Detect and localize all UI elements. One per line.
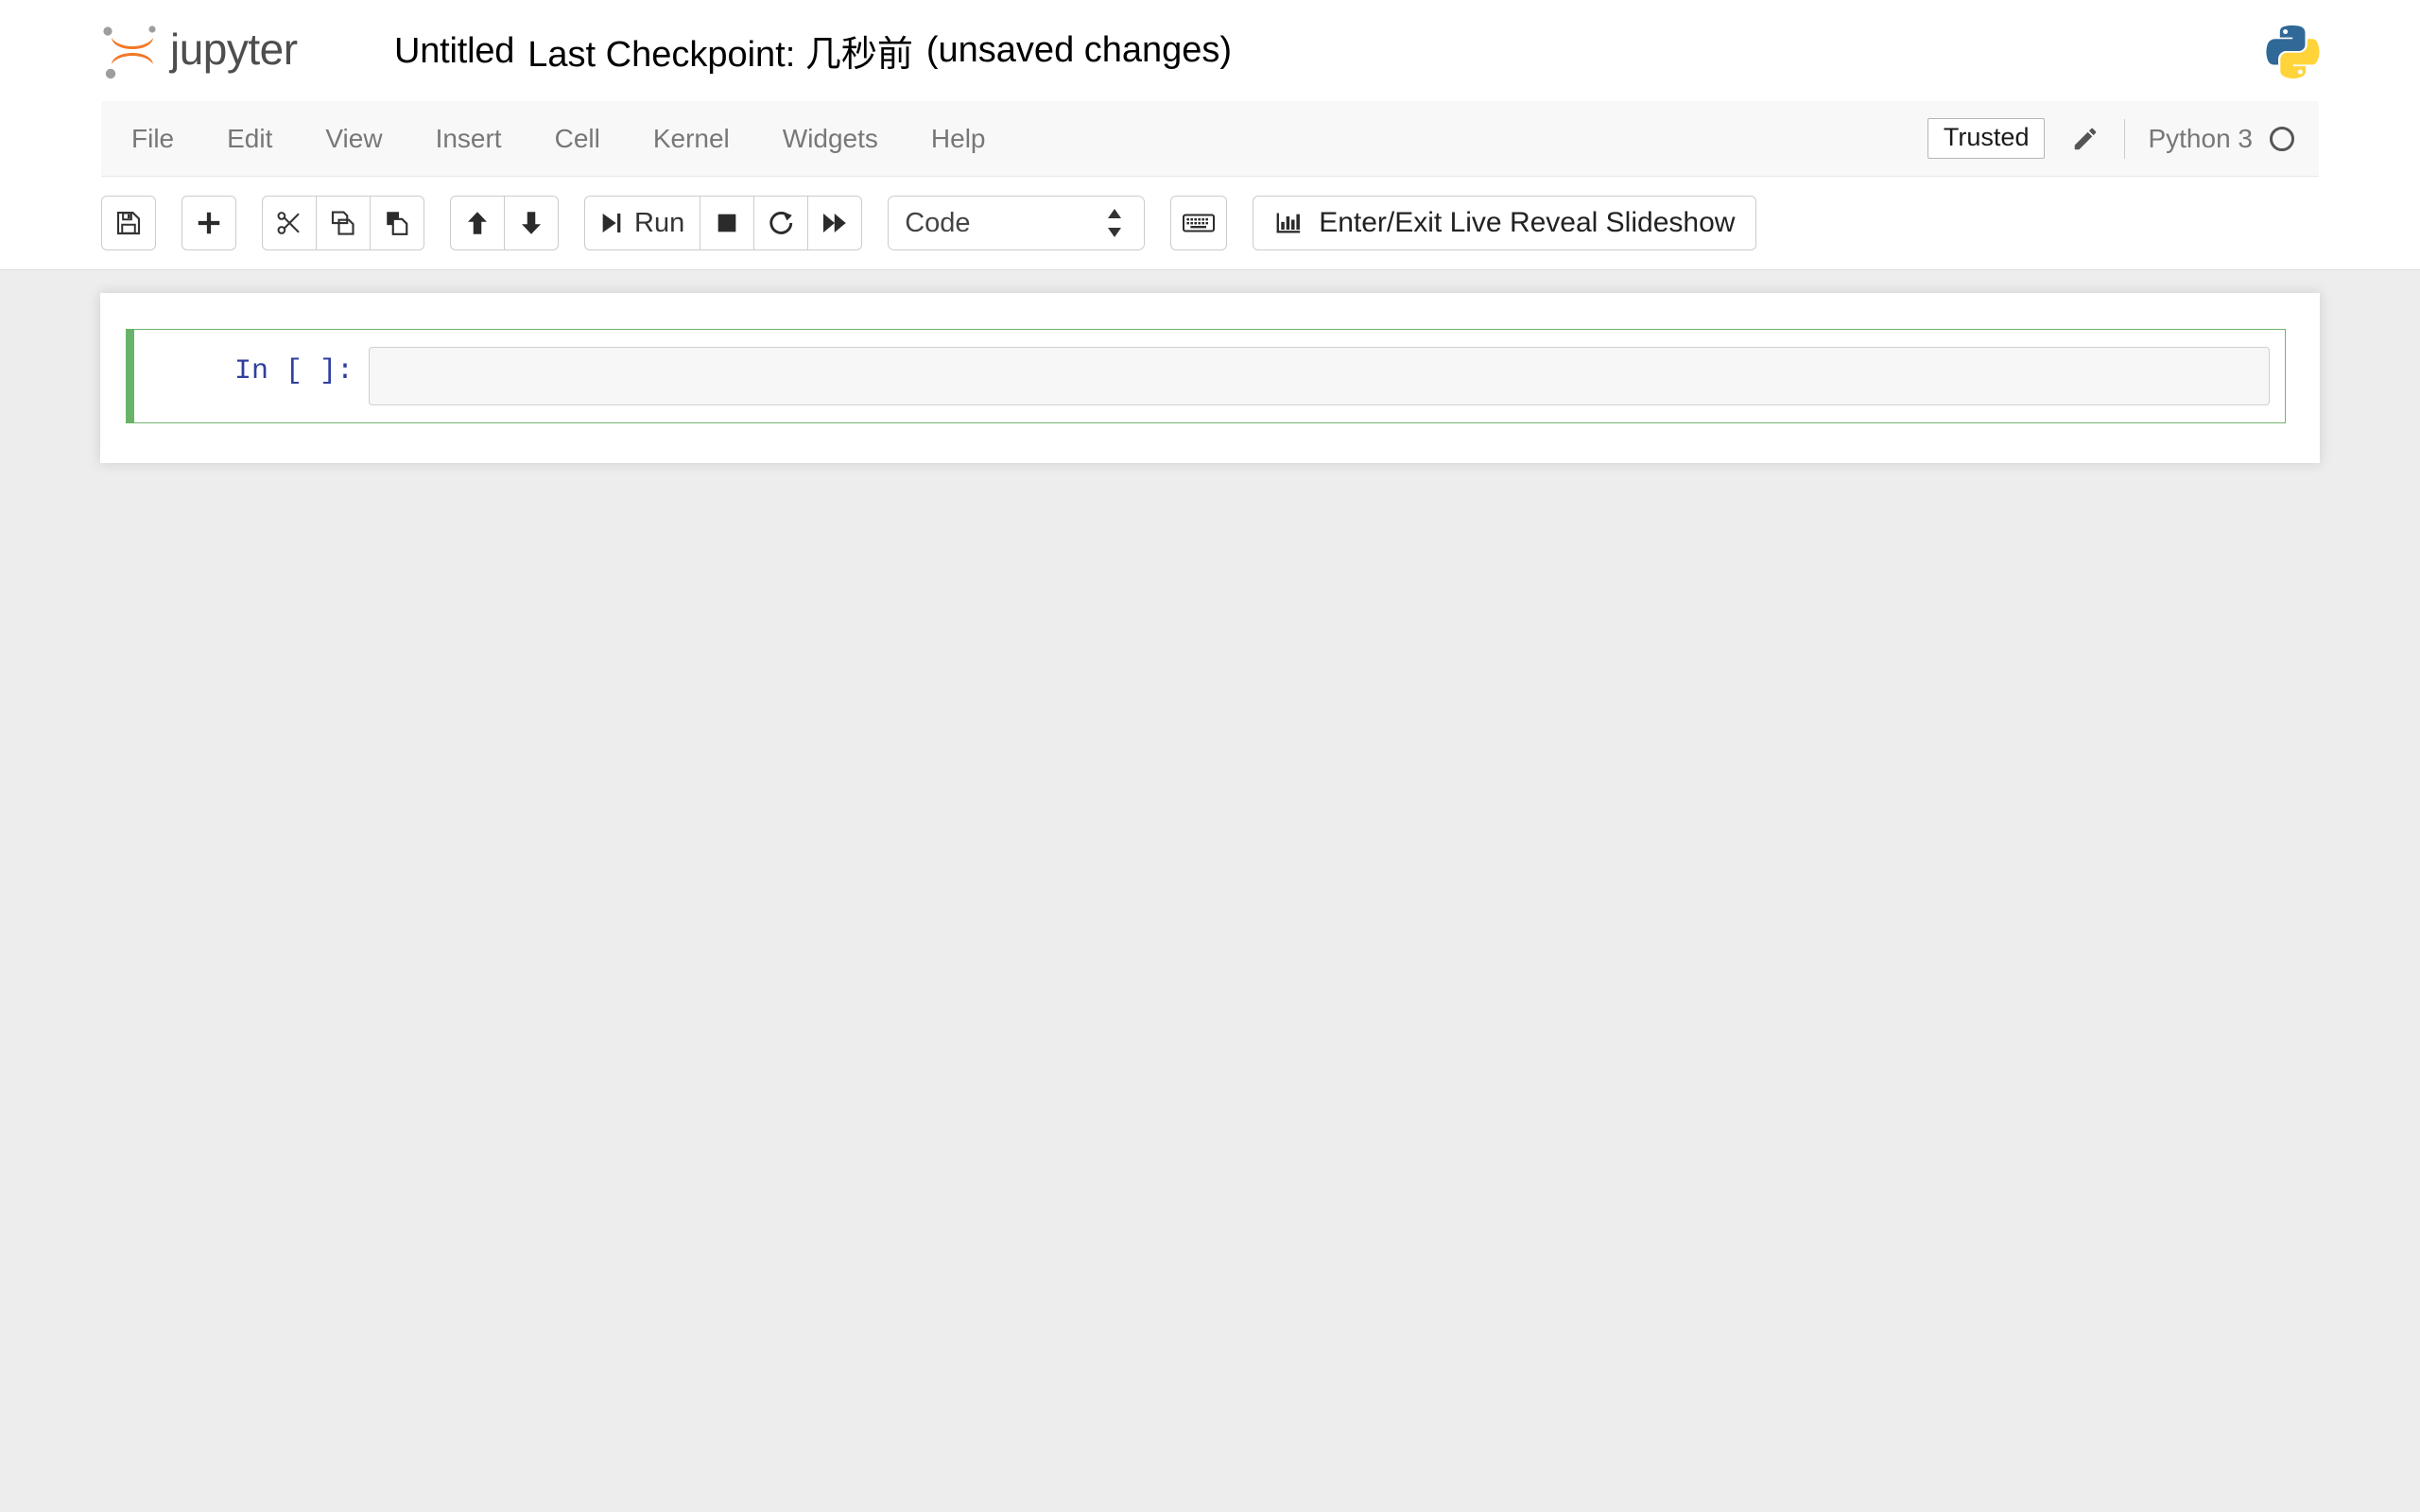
trusted-badge[interactable]: Trusted: [1927, 118, 2046, 159]
toolbar-group-save: [101, 196, 156, 250]
fast-forward-icon: [823, 214, 846, 232]
bar-chart-icon: [1276, 213, 1301, 233]
menubar-wrapper: File Edit View Insert Cell Kernel Widget…: [0, 101, 2420, 177]
menu-kernel[interactable]: Kernel: [627, 101, 756, 177]
toolbar-group-slideshow: Enter/Exit Live Reveal Slideshow: [1253, 196, 1757, 250]
toolbar-wrapper: Run Code Enter/Exit Live Reveal Slidesho…: [0, 177, 2420, 270]
notebook-header: jupyter Untitled Last Checkpoint: 几秒前 (u…: [0, 0, 2420, 101]
header-container: jupyter Untitled Last Checkpoint: 几秒前 (u…: [0, 0, 2420, 101]
move-cell-up-button[interactable]: [450, 196, 505, 250]
slideshow-button-label: Enter/Exit Live Reveal Slideshow: [1319, 207, 1736, 238]
cell-type-select[interactable]: Code: [888, 196, 1146, 250]
interrupt-kernel-button[interactable]: [700, 196, 755, 250]
cut-cell-button[interactable]: [262, 196, 317, 250]
svg-text:jupyter: jupyter: [168, 25, 298, 74]
kernel-indicator[interactable]: Python 3: [2148, 124, 2294, 154]
save-button[interactable]: [101, 196, 156, 250]
menubar: File Edit View Insert Cell Kernel Widget…: [101, 101, 2319, 177]
live-reveal-slideshow-button[interactable]: Enter/Exit Live Reveal Slideshow: [1253, 196, 1757, 250]
code-cell[interactable]: In [ ]:: [126, 329, 2286, 423]
autosave-status: (unsaved changes): [925, 30, 1233, 70]
notebook-site: In [ ]:: [0, 270, 2420, 1512]
paste-cell-button[interactable]: [370, 196, 424, 250]
run-cell-button[interactable]: Run: [584, 196, 701, 250]
paste-icon: [387, 212, 408, 235]
restart-circle-arrow-icon: [769, 211, 793, 234]
copy-icon: [331, 211, 354, 235]
menu-help[interactable]: Help: [905, 101, 1012, 177]
main-toolbar: Run Code Enter/Exit Live Reveal Slidesho…: [101, 177, 1782, 269]
toolbar-group-run: Run: [584, 196, 863, 250]
cell-input-row: In [ ]:: [134, 330, 2285, 422]
menu-view[interactable]: View: [299, 101, 408, 177]
menubar-right-status: Trusted Python 3: [1927, 101, 2319, 176]
python-logo-icon: [2263, 22, 2322, 80]
cell-input-prompt: In [ ]:: [233, 355, 354, 387]
menu-cell[interactable]: Cell: [528, 101, 627, 177]
notebook-container: In [ ]:: [100, 293, 2320, 463]
checkpoint-status: Last Checkpoint: 几秒前: [527, 35, 913, 75]
open-command-palette-button[interactable]: [1170, 196, 1228, 250]
copy-cell-button[interactable]: [316, 196, 371, 250]
menu-insert[interactable]: Insert: [409, 101, 528, 177]
cell-type-select-wrapper: Code: [888, 196, 1146, 250]
arrow-up-icon: [468, 212, 487, 234]
toolbar-group-move: [450, 196, 559, 250]
floppy-disk-icon: [116, 211, 141, 235]
insert-cell-below-button[interactable]: [182, 196, 236, 250]
stop-square-icon: [717, 214, 736, 232]
restart-kernel-button[interactable]: [753, 196, 809, 250]
menubar-divider: [2124, 118, 2126, 159]
kernel-name: Python 3: [2148, 123, 2253, 153]
menu-file[interactable]: File: [105, 101, 200, 177]
jupyter-logo-icon[interactable]: jupyter: [98, 17, 363, 85]
menu-items: File Edit View Insert Cell Kernel Widget…: [101, 101, 1012, 176]
plus-icon: [198, 212, 220, 234]
kernel-idle-circle-icon: [2270, 126, 2294, 151]
menu-widgets[interactable]: Widgets: [756, 101, 905, 177]
arrow-down-icon: [522, 212, 541, 234]
notebook-name[interactable]: Untitled: [394, 33, 514, 69]
scissors-icon: [277, 212, 300, 234]
toolbar-group-clipboard: [262, 196, 424, 250]
toolbar-group-insert: [182, 196, 236, 250]
code-editor-input[interactable]: [369, 347, 2270, 405]
pencil-icon[interactable]: [2069, 123, 2101, 155]
run-button-label: Run: [634, 207, 685, 238]
toolbar-group-command-palette: [1170, 196, 1228, 250]
menu-edit[interactable]: Edit: [200, 101, 299, 177]
keyboard-icon: [1183, 214, 1216, 232]
restart-run-all-button[interactable]: [807, 196, 863, 250]
run-icon: [602, 213, 621, 233]
move-cell-down-button[interactable]: [504, 196, 559, 250]
